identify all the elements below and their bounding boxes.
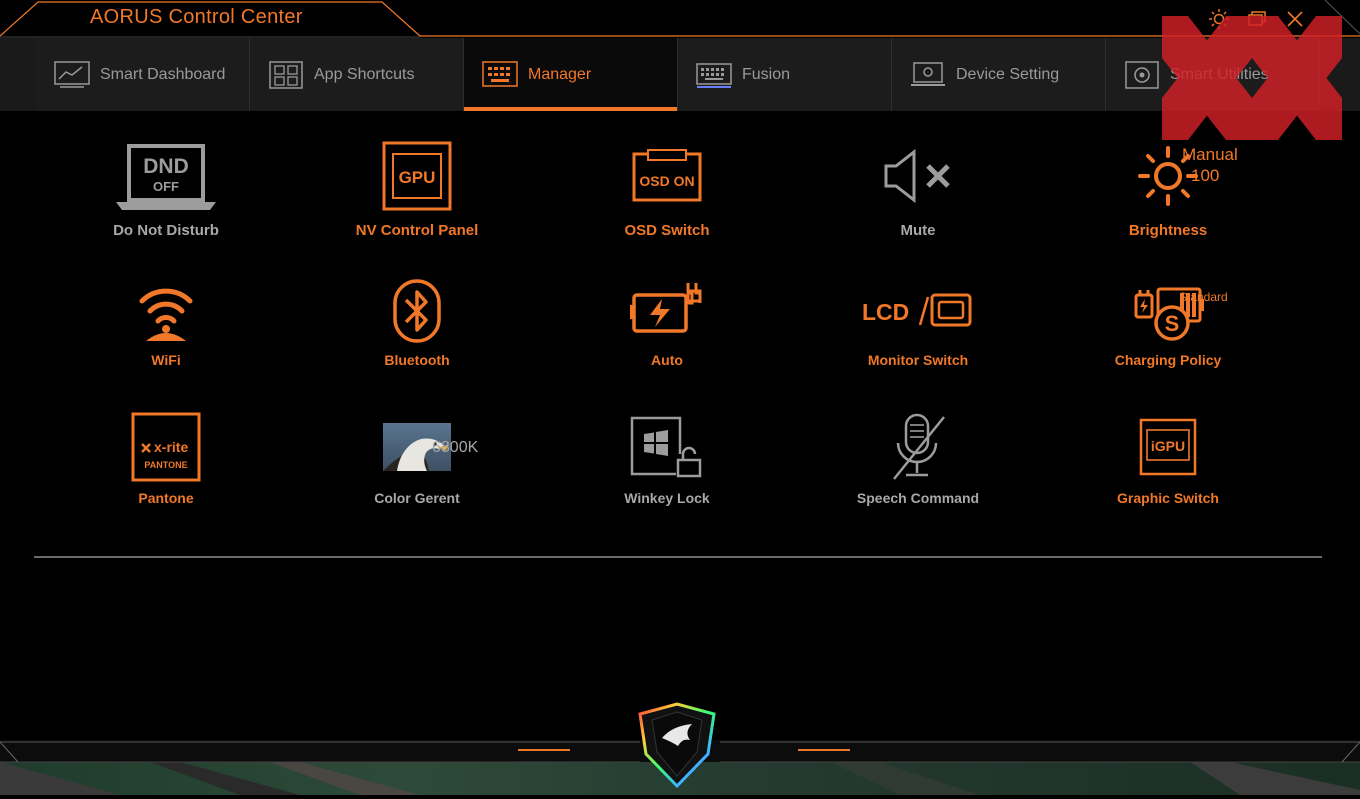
item-label: Charging Policy bbox=[1114, 352, 1222, 368]
toggle-monitor-switch[interactable]: LCD Monitor Switch bbox=[803, 276, 1033, 368]
speaker-mute-icon bbox=[863, 136, 973, 216]
gpu-icon: GPU bbox=[362, 136, 472, 216]
tab-device-setting[interactable]: Device Setting bbox=[892, 38, 1106, 111]
item-label: Color Gerent bbox=[374, 490, 460, 506]
svg-text:x-rite: x-rite bbox=[154, 439, 188, 455]
item-label: WiFi bbox=[151, 352, 181, 368]
item-label: Bluetooth bbox=[384, 352, 450, 368]
svg-text:LCD: LCD bbox=[862, 299, 909, 325]
bottom-bar bbox=[0, 700, 1360, 795]
pantone-icon: x-rite PANTONE bbox=[111, 410, 221, 484]
toggle-winkey-lock[interactable]: Winkey Lock bbox=[552, 410, 782, 506]
igpu-icon: iGPU bbox=[1113, 410, 1223, 484]
tab-label: Fusion bbox=[742, 65, 791, 83]
winkey-lock-icon bbox=[612, 410, 722, 484]
item-label: Mute bbox=[900, 222, 936, 239]
smart-utilities-icon bbox=[1124, 60, 1160, 89]
monitor-switch-icon: LCD bbox=[858, 276, 978, 346]
charging-policy-mode: Standard bbox=[1179, 290, 1228, 304]
svg-text:OFF: OFF bbox=[153, 179, 179, 194]
svg-text:S: S bbox=[1165, 311, 1180, 336]
brightness-mode: Manual bbox=[1182, 145, 1238, 164]
toggle-mute[interactable]: Mute bbox=[803, 136, 1033, 239]
keyboard-icon bbox=[696, 61, 732, 89]
brightness-value: 100 bbox=[1191, 166, 1220, 185]
toggle-nv-control-panel[interactable]: GPU NV Control Panel bbox=[302, 136, 532, 239]
item-label: Pantone bbox=[138, 490, 194, 506]
divider bbox=[34, 556, 1322, 558]
toggle-bluetooth[interactable]: Bluetooth bbox=[302, 276, 532, 368]
manager-icon bbox=[482, 60, 518, 89]
wifi-icon bbox=[111, 276, 221, 346]
svg-text:iGPU: iGPU bbox=[1151, 438, 1185, 454]
item-label: Winkey Lock bbox=[624, 490, 710, 506]
toggle-osd-switch[interactable]: OSD ON OSD Switch bbox=[552, 136, 782, 239]
item-label: Auto bbox=[651, 352, 683, 368]
tab-label: App Shortcuts bbox=[314, 65, 415, 83]
toggle-brightness[interactable]: Brightness bbox=[1053, 136, 1283, 239]
tab-app-shortcuts[interactable]: App Shortcuts bbox=[250, 38, 464, 111]
tab-label: Manager bbox=[528, 65, 592, 83]
toggle-speech-command[interactable]: Speech Command bbox=[803, 410, 1033, 506]
toggle-color-gerent[interactable]: Color Gerent bbox=[302, 410, 532, 506]
toggle-do-not-disturb[interactable]: DND OFF Do Not Disturb bbox=[51, 136, 281, 239]
svg-text:DND: DND bbox=[143, 155, 189, 178]
bluetooth-icon bbox=[362, 276, 472, 346]
bottom-decoration bbox=[0, 702, 1360, 795]
tab-manager[interactable]: Manager bbox=[464, 38, 678, 111]
dashboard-icon bbox=[54, 60, 90, 89]
item-label: Graphic Switch bbox=[1117, 490, 1219, 506]
item-label: NV Control Panel bbox=[355, 222, 479, 239]
item-label: Speech Command bbox=[856, 490, 980, 506]
item-label: Monitor Switch bbox=[867, 352, 969, 368]
color-temperature: 6800K bbox=[432, 439, 479, 456]
charging-policy-icon: S bbox=[1113, 276, 1223, 346]
title-bar: AORUS Control Center bbox=[0, 0, 1360, 38]
mic-off-icon bbox=[863, 410, 973, 484]
osd-icon: OSD ON bbox=[612, 136, 722, 216]
toggle-wifi[interactable]: WiFi bbox=[51, 276, 281, 368]
tab-fusion[interactable]: Fusion bbox=[678, 38, 892, 111]
tab-bar: Smart Dashboard App Shortcuts Manager Fu… bbox=[0, 38, 1360, 111]
device-setting-icon bbox=[910, 61, 946, 89]
dnd-laptop-icon: DND OFF bbox=[111, 136, 221, 216]
svg-text:GPU: GPU bbox=[399, 168, 436, 187]
tab-label: Smart Dashboard bbox=[100, 65, 226, 83]
svg-text:OSD ON: OSD ON bbox=[639, 173, 694, 189]
app-shortcuts-icon bbox=[268, 60, 304, 89]
app-title: AORUS Control Center bbox=[90, 6, 303, 28]
toggle-pantone[interactable]: x-rite PANTONE Pantone bbox=[51, 410, 281, 506]
toggle-auto[interactable]: Auto bbox=[552, 276, 782, 368]
battery-charge-icon bbox=[612, 276, 722, 346]
item-label: Do Not Disturb bbox=[113, 222, 219, 239]
watermark-logo bbox=[1162, 16, 1342, 140]
toggle-charging-policy[interactable]: S Charging Policy bbox=[1053, 276, 1283, 368]
tab-smart-dashboard[interactable]: Smart Dashboard bbox=[36, 38, 250, 111]
tab-label: Device Setting bbox=[956, 65, 1060, 83]
item-label: OSD Switch bbox=[624, 222, 710, 239]
item-label: Brightness bbox=[1128, 222, 1208, 239]
svg-text:PANTONE: PANTONE bbox=[144, 460, 187, 470]
toggle-graphic-switch[interactable]: iGPU Graphic Switch bbox=[1053, 410, 1283, 506]
